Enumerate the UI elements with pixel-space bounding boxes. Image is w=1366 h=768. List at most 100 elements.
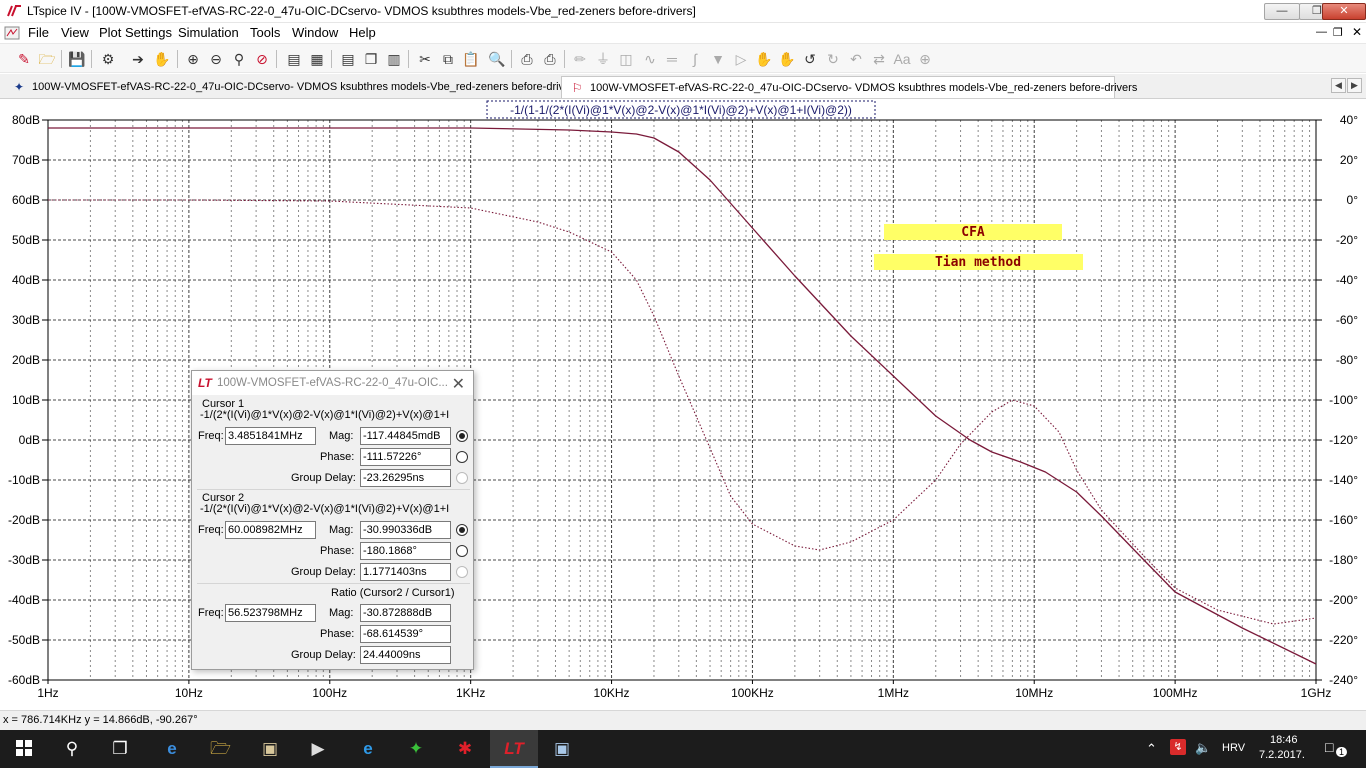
inductor-icon[interactable]: ∫ [685,49,705,69]
search-button[interactable]: ⚲ [48,730,96,768]
cursor2-gd-field[interactable]: 1.1771403ns [360,563,451,581]
redo-icon[interactable]: ↻ [823,49,843,69]
control-panel-icon[interactable]: ⚙ [98,49,118,69]
menu-tools[interactable]: Tools [250,25,280,40]
cursor1-mag-field[interactable]: -117.44845mdB [360,427,451,445]
print-setup-icon[interactable]: ⎙ [517,49,537,69]
copy-icon[interactable]: ⧉ [438,49,458,69]
wire-icon[interactable]: ✏ [570,49,590,69]
print-icon[interactable]: ⎙ [540,49,560,69]
cursor2-phase-label: Phase: [320,545,355,557]
document-icon[interactable] [4,26,20,40]
zoom-fit-icon[interactable]: ⚲ [229,49,249,69]
taskbar-ltspice[interactable]: LT [490,730,538,768]
mdi-close-button[interactable]: ✕ [1352,25,1362,39]
taskbar-edge[interactable]: e [148,730,196,768]
y2-tick-label: -120° [1329,433,1358,447]
taskbar-app[interactable]: ▣ [246,730,294,768]
cursor1-phase-field[interactable]: -111.57226° [360,448,451,466]
menu-file[interactable]: File [28,25,49,40]
cursor2-phase-radio[interactable] [456,545,468,557]
text-icon[interactable]: Aa [892,49,912,69]
cursor-dialog[interactable]: LT 100W-VMOSFET-efVAS-RC-22-0_47u-OIC...… [191,370,474,670]
dialog-title-bar[interactable]: LT 100W-VMOSFET-efVAS-RC-22-0_47u-OIC...… [192,371,473,395]
taskbar-media[interactable]: ▶ [294,730,342,768]
mirror-icon[interactable]: ⇄ [869,49,889,69]
clock-time[interactable]: 18:46 [1270,734,1298,746]
cursor2-phase-field[interactable]: -180.1868° [360,542,451,560]
menu-plot-settings[interactable]: Plot Settings [99,25,172,40]
start-button[interactable] [0,730,48,768]
resistor-icon[interactable]: ∿ [640,49,660,69]
menu-window[interactable]: Window [292,25,338,40]
taskbar-green-app[interactable]: ✦ [392,730,440,768]
zoom-out-icon[interactable]: ⊖ [206,49,226,69]
ratio-gd-field[interactable]: 24.44009ns [360,646,451,664]
taskbar-tool[interactable]: ▣ [538,730,586,768]
cursor2-gd-radio[interactable] [456,566,468,578]
rotate-icon[interactable]: ↶ [846,49,866,69]
trace-expression: -1/(1-1/(2*(I(Vi)@1*V(x)@2-V(x)@1*I(Vi)@… [510,103,852,117]
tray-chevron-icon[interactable]: ⌃ [1146,741,1157,757]
cursor1-mag-radio[interactable] [456,430,468,442]
taskbar-explorer[interactable]: 🗁 [196,730,244,768]
move-icon[interactable]: ✋ [754,49,774,69]
close-button[interactable]: ✕ [1322,3,1366,20]
dialog-close-icon[interactable]: ✕ [452,374,465,394]
find-icon[interactable]: 🔍 [487,49,507,69]
cursor2-mag-radio[interactable] [456,524,468,536]
drag-icon[interactable]: ✋ [777,49,797,69]
cursor2-mag-field[interactable]: -30.990336dB [360,521,451,539]
ratio-mag-field[interactable]: -30.872888dB [360,604,451,622]
paste-icon[interactable]: 📋 [461,49,481,69]
component-icon[interactable]: ▷ [731,49,751,69]
cursor1-gd-radio[interactable] [456,472,468,484]
add-trace-icon[interactable]: ▦ [307,49,327,69]
zoom-cancel-icon[interactable]: ⊘ [252,49,272,69]
ground-icon[interactable]: ⏚ [593,49,613,69]
y2-tick-label: -240° [1329,673,1358,687]
label-icon[interactable]: ◫ [616,49,636,69]
minimize-button[interactable]: — [1264,3,1300,20]
menu-help[interactable]: Help [349,25,376,40]
spice-directive-icon[interactable]: ⊕ [915,49,935,69]
tab-schematic[interactable]: ✦ 100W-VMOSFET-efVAS-RC-22-0_47u-OIC-DCs… [4,76,579,98]
menu-simulation[interactable]: Simulation [178,25,239,40]
tab-scroll-left-icon[interactable]: ◀ [1331,78,1346,93]
autorange-icon[interactable]: ▤ [284,49,304,69]
cursor2-freq-field[interactable]: 60.008982MHz [225,521,316,539]
new-schematic-icon[interactable]: ✎ [14,49,34,69]
clock-date[interactable]: 7.2.2017. [1259,749,1305,761]
cursor1-phase-radio[interactable] [456,451,468,463]
menu-view[interactable]: View [61,25,89,40]
save-icon[interactable]: 💾 [67,49,87,69]
cursor1-freq-field[interactable]: 3.4851841MHz [225,427,316,445]
capacitor-icon[interactable]: ═ [662,49,682,69]
diode-icon[interactable]: ▼ [708,49,728,69]
undo-icon[interactable]: ↺ [800,49,820,69]
tab-scroll-right-icon[interactable]: ▶ [1347,78,1362,93]
tab-waveform[interactable]: ⚐ 100W-VMOSFET-efVAS-RC-22-0_47u-OIC-DCs… [561,76,1137,98]
tray-app-icon[interactable]: ↯ [1170,739,1186,755]
ratio-freq-field[interactable]: 56.523798MHz [225,604,316,622]
run-icon[interactable]: ➔ [128,49,148,69]
taskbar-ie[interactable]: e [344,730,392,768]
ratio-phase-field[interactable]: -68.614539° [360,625,451,643]
cursor2-freq-label: Freq: [198,524,224,536]
volume-icon[interactable]: 🔈 [1195,740,1211,756]
cascade-icon[interactable]: ❐ [361,49,381,69]
taskbar-red-app[interactable]: ✱ [441,730,489,768]
task-view-button[interactable]: ❐ [96,730,144,768]
zoom-in-icon[interactable]: ⊕ [183,49,203,69]
tile-vertical-icon[interactable]: ▥ [384,49,404,69]
tile-horizontal-icon[interactable]: ▤ [338,49,358,69]
cursor1-gd-field[interactable]: -23.26295ns [360,469,451,487]
mdi-minimize-button[interactable]: — [1316,26,1327,38]
notification-icon[interactable]: □ [1325,739,1333,755]
menu-bar: File View Plot Settings Simulation Tools… [0,23,1366,43]
open-folder-icon[interactable]: 🗁 [37,49,57,69]
mdi-restore-button[interactable]: ❐ [1333,26,1343,39]
halt-icon[interactable]: ✋ [152,49,172,69]
language-indicator[interactable]: HRV [1222,742,1245,754]
cut-icon[interactable]: ✂ [415,49,435,69]
